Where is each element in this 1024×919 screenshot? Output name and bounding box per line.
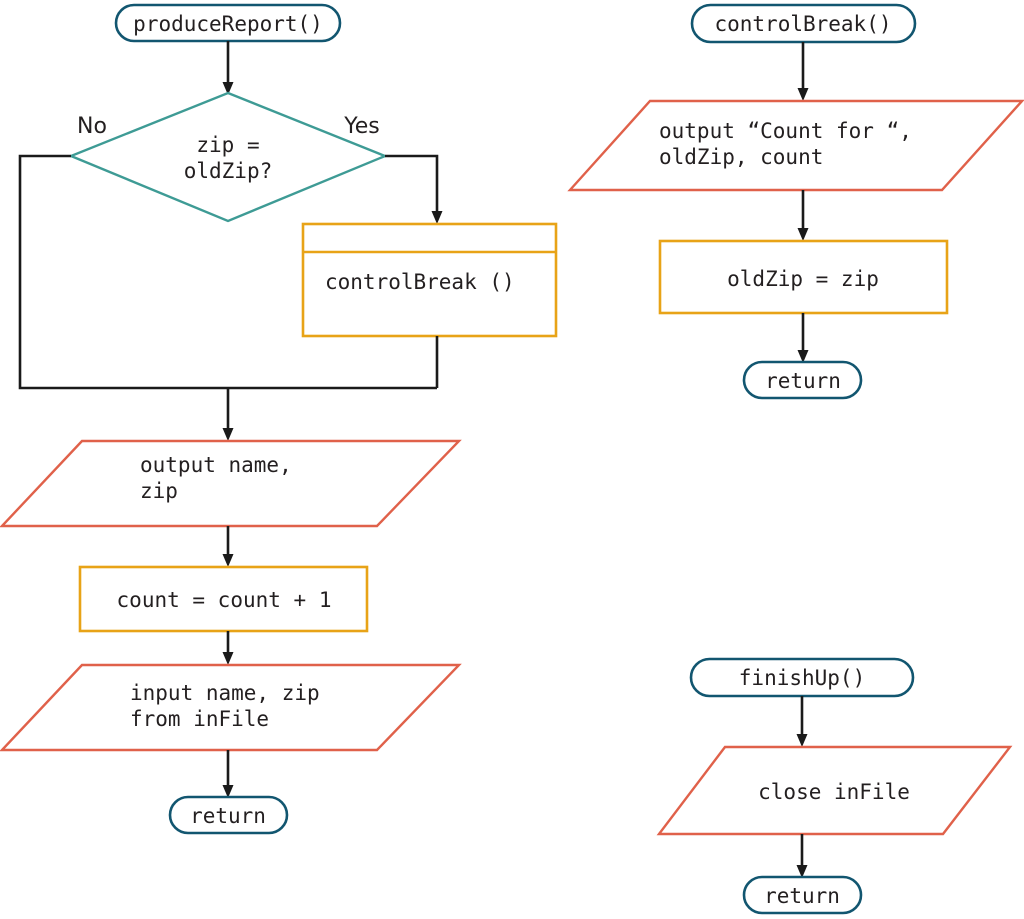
node-zip-decision[interactable]: zip = oldZip?	[67, 91, 389, 223]
connector-cb-start-to-output	[797, 42, 809, 101]
node-label: oldZip = zip	[727, 267, 879, 291]
branch-label-no: No	[77, 114, 107, 139]
flow-control-break: controlBreak() output “Count for “, oldZ…	[567, 3, 1024, 400]
io-label-line2: from inFile	[130, 707, 269, 731]
node-label: produceReport()	[133, 12, 323, 36]
node-input-name-zip[interactable]: input name, zip from inFile	[0, 663, 462, 752]
flowchart-svg: produceReport() zip = oldZip? No Yes con…	[0, 3, 1024, 915]
connector-yes-branch	[385, 154, 443, 224]
connector-close-to-return	[796, 834, 808, 878]
io-label-line2: oldZip, count	[659, 145, 823, 169]
io-label-line1: output “Count for “,	[659, 119, 912, 143]
node-controlbreak-call[interactable]: controlBreak ()	[301, 222, 558, 338]
flow-produce-report: produceReport() zip = oldZip? No Yes con…	[0, 3, 558, 835]
branch-label-yes: Yes	[343, 114, 380, 139]
node-output-count[interactable]: output “Count for “, oldZip, count	[567, 99, 1024, 192]
node-label: count = count + 1	[117, 588, 332, 612]
connector-start-to-decision	[222, 41, 234, 95]
decision-shape	[67, 91, 389, 223]
node-produce-report-return[interactable]: return	[168, 795, 289, 835]
node-finish-up-return[interactable]: return	[742, 875, 863, 915]
node-label: controlBreak()	[714, 12, 891, 36]
connector-output-to-assign	[797, 190, 809, 241]
io-label-line2: zip	[140, 479, 178, 503]
node-label: return	[764, 884, 840, 908]
connector-count-to-input	[222, 631, 234, 665]
node-finish-up-start[interactable]: finishUp()	[689, 657, 915, 698]
io-label-line1: input name, zip	[130, 681, 320, 705]
node-control-break-start[interactable]: controlBreak()	[690, 3, 917, 44]
node-produce-report-start[interactable]: produceReport()	[114, 3, 342, 43]
connector-assign-to-return	[797, 313, 809, 363]
decision-label-line1: zip =	[196, 133, 259, 157]
node-label: close inFile	[758, 780, 910, 804]
node-close-infile[interactable]: close inFile	[656, 745, 1013, 836]
node-label: controlBreak ()	[325, 270, 515, 294]
connector-output-to-count	[222, 526, 234, 567]
node-label: return	[765, 369, 841, 393]
node-output-name-zip[interactable]: output name, zip	[0, 439, 462, 528]
node-label: return	[190, 804, 266, 828]
node-assign-oldzip[interactable]: oldZip = zip	[658, 239, 949, 315]
connector-merge-to-output	[222, 388, 234, 441]
io-label-line1: output name,	[140, 453, 292, 477]
decision-label-line2: oldZip?	[184, 159, 273, 183]
connector-input-to-return	[222, 750, 234, 798]
node-label: finishUp()	[739, 666, 865, 690]
node-increment-count[interactable]: count = count + 1	[78, 565, 369, 633]
flow-finish-up: finishUp() close inFile return	[656, 657, 1013, 915]
flowchart-canvas: produceReport() zip = oldZip? No Yes con…	[0, 0, 1024, 919]
connector-fu-start-to-close	[796, 696, 808, 747]
node-control-break-return[interactable]: return	[742, 360, 863, 400]
